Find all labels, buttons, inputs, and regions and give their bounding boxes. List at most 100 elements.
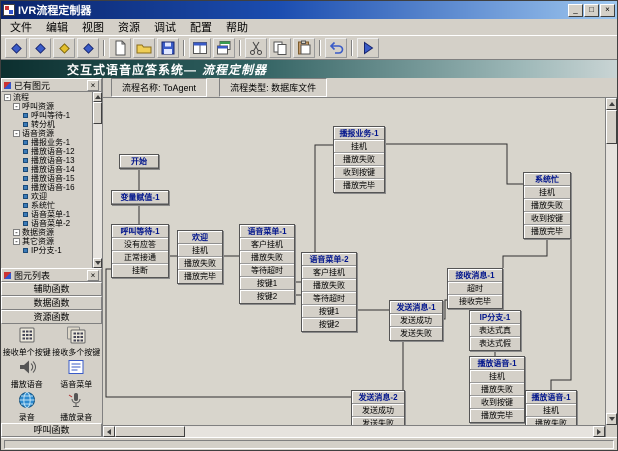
menu-帮助[interactable]: 帮助 <box>219 18 255 36</box>
canvas-hscroll-track[interactable] <box>185 426 593 437</box>
tree-scrollbar[interactable] <box>92 92 102 268</box>
flow-node-ip-branch-1[interactable]: IP分支-1表达式真表达式假 <box>469 310 521 351</box>
node-port-等待超时[interactable]: 等待超时 <box>302 292 356 305</box>
window-tile-icon[interactable] <box>189 38 211 58</box>
blue-diamond-3-icon[interactable] <box>77 38 99 58</box>
node-port-播放失败[interactable]: 播放失败 <box>240 251 294 264</box>
node-port-播放失败[interactable]: 播放失败 <box>302 279 356 292</box>
node-port-表达式真[interactable]: 表达式真 <box>470 324 520 337</box>
menu-文件[interactable]: 文件 <box>3 18 39 36</box>
canvas-vscroll-thumb[interactable] <box>606 110 617 144</box>
flow-node-broadcast-1[interactable]: 播报业务-1挂机播放失败收到按键播放完毕 <box>333 126 385 193</box>
node-port-挂机[interactable]: 挂机 <box>526 404 576 417</box>
flow-node-system-busy[interactable]: 系统忙挂机播放失败收到按键播放完毕 <box>523 172 571 239</box>
undo-icon[interactable] <box>325 38 347 58</box>
flow-node-assign-1[interactable]: 变量赋值-1 <box>111 190 169 205</box>
node-port-播放完毕[interactable]: 播放完毕 <box>178 270 222 283</box>
flow-node-recv-msg-1[interactable]: 接收消息-1超时接收完毕 <box>447 268 503 309</box>
tree-panel-close-icon[interactable]: × <box>87 80 99 91</box>
tree-expand-icon[interactable]: - <box>4 94 11 101</box>
palette-item-接收多个按键[interactable]: 接收多个按键 <box>52 326 100 357</box>
flow-node-welcome[interactable]: 欢迎挂机播放失败播放完毕 <box>177 230 223 284</box>
yellow-diamond-icon[interactable] <box>53 38 75 58</box>
flow-node-play-voice-1b[interactable]: 播放语音-1挂机播放失败收到按键播放完毕 <box>525 390 577 425</box>
palette-item-播放录音[interactable]: 播放录音 <box>52 391 100 422</box>
node-port-按键2[interactable]: 按键2 <box>240 290 294 303</box>
tree-scroll-up-icon[interactable] <box>93 92 102 102</box>
node-port-发送成功[interactable]: 发送成功 <box>390 314 442 327</box>
flow-node-call-wait-1[interactable]: 呼叫等待-1没有应答正常接通挂断 <box>111 224 169 278</box>
node-port-收到按键[interactable]: 收到按键 <box>524 212 570 225</box>
node-port-客户挂机[interactable]: 客户挂机 <box>240 238 294 251</box>
tree-expand-icon[interactable]: - <box>13 130 20 137</box>
maximize-button-icon[interactable]: □ <box>584 4 599 17</box>
canvas-scroll-up-icon[interactable] <box>606 98 617 110</box>
node-port-播放失败[interactable]: 播放失败 <box>470 383 524 396</box>
canvas-hscrollbar[interactable] <box>103 425 605 437</box>
save-icon[interactable] <box>157 38 179 58</box>
node-port-表达式假[interactable]: 表达式假 <box>470 337 520 350</box>
flow-node-play-voice-1[interactable]: 播放语音-1挂机播放失败收到按键播放完毕 <box>469 356 525 423</box>
title-bar[interactable]: IVR流程定制器 _□× <box>1 1 617 19</box>
node-port-客户挂机[interactable]: 客户挂机 <box>302 266 356 279</box>
menu-配置[interactable]: 配置 <box>183 18 219 36</box>
palette-item-录音[interactable]: 录音 <box>3 391 51 422</box>
node-port-按键1[interactable]: 按键1 <box>240 277 294 290</box>
tree-scroll-track[interactable] <box>93 124 102 258</box>
new-file-icon[interactable] <box>109 38 131 58</box>
node-port-等待超时[interactable]: 等待超时 <box>240 264 294 277</box>
open-folder-icon[interactable] <box>133 38 155 58</box>
minimize-button-icon[interactable]: _ <box>568 4 583 17</box>
node-port-按键1[interactable]: 按键1 <box>302 305 356 318</box>
close-button-icon[interactable]: × <box>600 4 615 17</box>
node-port-发送失败[interactable]: 发送失败 <box>352 417 404 425</box>
canvas-scroll-right-icon[interactable] <box>593 426 605 437</box>
canvas-hscroll-thumb[interactable] <box>115 426 185 437</box>
node-port-收到按键[interactable]: 收到按键 <box>334 166 384 179</box>
menu-视图[interactable]: 视图 <box>75 18 111 36</box>
node-port-播放失败[interactable]: 播放失败 <box>334 153 384 166</box>
node-port-收到按键[interactable]: 收到按键 <box>470 396 524 409</box>
node-port-挂机[interactable]: 挂机 <box>524 186 570 199</box>
menu-调试[interactable]: 调试 <box>147 18 183 36</box>
section-call-functions[interactable]: 呼叫函数 <box>1 423 102 437</box>
palette-item-播放语音[interactable]: 播放语音 <box>3 358 51 389</box>
node-port-播放完毕[interactable]: 播放完毕 <box>524 225 570 238</box>
menu-编辑[interactable]: 编辑 <box>39 18 75 36</box>
node-port-按键2[interactable]: 按键2 <box>302 318 356 331</box>
node-port-播放失败[interactable]: 播放失败 <box>526 417 576 425</box>
node-port-挂机[interactable]: 挂机 <box>470 370 524 383</box>
section-数据函数[interactable]: 数据函数 <box>1 296 102 310</box>
palette-item-语音菜单[interactable]: 语音菜单 <box>52 358 100 389</box>
cut-icon[interactable] <box>245 38 267 58</box>
tree-item-IP分支-1[interactable]: IP分支-1 <box>1 246 92 255</box>
menu-资源[interactable]: 资源 <box>111 18 147 36</box>
flow-node-send-msg-1[interactable]: 发送消息-1发送成功发送失败 <box>389 300 443 341</box>
copy-icon[interactable] <box>269 38 291 58</box>
node-port-接收完毕[interactable]: 接收完毕 <box>448 295 502 308</box>
canvas-vscroll-track[interactable] <box>606 144 617 413</box>
node-port-播放失败[interactable]: 播放失败 <box>178 257 222 270</box>
node-port-超时[interactable]: 超时 <box>448 282 502 295</box>
flow-node-voice-menu-1[interactable]: 语音菜单-1客户挂机播放失败等待超时按键1按键2 <box>239 224 295 304</box>
flow-node-voice-menu-2[interactable]: 语音菜单-2客户挂机播放失败等待超时按键1按键2 <box>301 252 357 332</box>
paste-icon[interactable] <box>293 38 315 58</box>
list-panel-close-icon[interactable]: × <box>87 270 99 281</box>
flow-node-send-msg-2[interactable]: 发送消息-2发送成功发送失败 <box>351 390 405 425</box>
flow-canvas[interactable]: 开始变量赋值-1呼叫等待-1没有应答正常接通挂断欢迎挂机播放失败播放完毕语音菜单… <box>103 98 605 425</box>
flow-node-start[interactable]: 开始 <box>119 154 159 169</box>
node-port-发送成功[interactable]: 发送成功 <box>352 404 404 417</box>
node-port-播放完毕[interactable]: 播放完毕 <box>334 179 384 192</box>
tree-scroll-down-icon[interactable] <box>93 258 102 268</box>
canvas-scroll-down-icon[interactable] <box>606 413 617 425</box>
run-icon[interactable] <box>357 38 379 58</box>
node-port-播放失败[interactable]: 播放失败 <box>524 199 570 212</box>
tree-scroll-thumb[interactable] <box>93 102 102 124</box>
node-port-没有应答[interactable]: 没有应答 <box>112 238 168 251</box>
tree-expand-icon[interactable]: - <box>13 103 20 110</box>
section-辅助函数[interactable]: 辅助函数 <box>1 282 102 296</box>
window-cascade-icon[interactable] <box>213 38 235 58</box>
blue-diamond-2-icon[interactable] <box>29 38 51 58</box>
node-port-挂断[interactable]: 挂断 <box>112 264 168 277</box>
palette-item-接收单个按键[interactable]: 接收单个按键 <box>3 326 51 357</box>
